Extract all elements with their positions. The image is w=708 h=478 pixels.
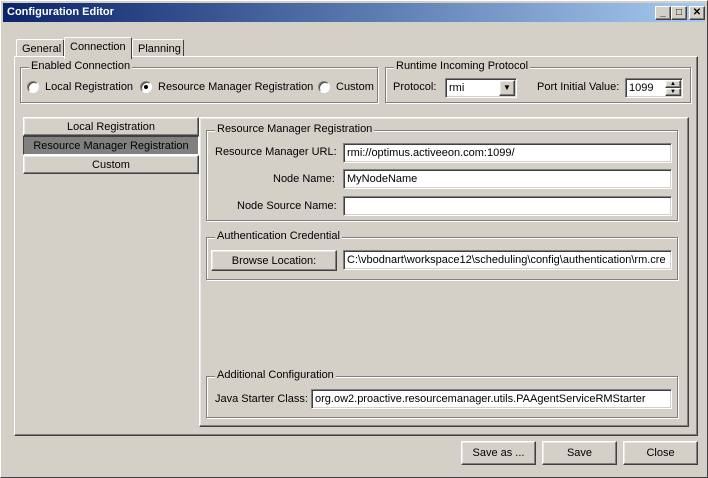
protocol-label: Protocol: [393, 81, 437, 93]
close-button[interactable]: Close [623, 441, 698, 465]
resource-manager-registration-radio[interactable] [140, 81, 152, 93]
rm-url-value: rmi://optimus.activeeon.com:1099/ [347, 147, 515, 159]
rm-url-label: Resource Manager URL: [215, 146, 337, 158]
arrow-down-icon: ▼ [670, 89, 676, 95]
sidebar-item-label: Resource Manager Registration [33, 140, 189, 152]
radio-selected-dot [144, 85, 148, 89]
rm-url-field[interactable]: rmi://optimus.activeeon.com:1099/ [343, 143, 672, 163]
save-as-label: Save as ... [472, 447, 525, 459]
minimize-button[interactable]: _ [655, 6, 671, 20]
node-source-name-field[interactable] [343, 196, 672, 216]
local-registration-radio[interactable] [27, 81, 39, 93]
maximize-button[interactable]: □ [671, 6, 687, 20]
chevron-down-icon: ▼ [503, 83, 511, 92]
browse-location-label: Browse Location: [231, 255, 317, 267]
auth-credential-legend: Authentication Credential [215, 230, 342, 242]
tab-connection[interactable]: Connection [64, 37, 132, 59]
java-starter-class-label: Java Starter Class: [215, 393, 308, 405]
close-icon: ✕ [692, 7, 702, 18]
credential-path-field[interactable]: C:\vbodnart\workspace12\scheduling\confi… [343, 250, 672, 270]
additional-config-legend: Additional Configuration [215, 369, 336, 381]
node-name-value: MyNodeName [347, 173, 418, 185]
local-registration-radio-label[interactable]: Local Registration [45, 81, 133, 93]
port-decrement-button[interactable]: ▼ [665, 88, 681, 96]
protocol-select-value: rmi [449, 82, 465, 94]
tab-connection-label: Connection [70, 41, 126, 53]
enabled-connection-legend: Enabled Connection [29, 60, 133, 72]
window-title: Configuration Editor [7, 6, 114, 18]
credential-path-value: C:\vbodnart\workspace12\scheduling\confi… [347, 254, 666, 266]
close-label: Close [646, 447, 675, 459]
node-name-field[interactable]: MyNodeName [343, 169, 672, 189]
maximize-icon: □ [675, 7, 683, 18]
close-window-button[interactable]: ✕ [689, 6, 705, 20]
tab-planning-label: Planning [138, 43, 181, 55]
save-as-button[interactable]: Save as ... [461, 441, 536, 465]
title-bar[interactable]: Configuration Editor [3, 3, 705, 22]
java-starter-class-value: org.ow2.proactive.resourcemanager.utils.… [315, 393, 646, 405]
custom-radio[interactable] [318, 81, 330, 93]
tab-general-label: General [22, 43, 62, 55]
port-value: 1099 [629, 82, 654, 94]
java-starter-class-field[interactable]: org.ow2.proactive.resourcemanager.utils.… [311, 389, 672, 409]
browse-location-button[interactable]: Browse Location: [211, 250, 337, 271]
resource-manager-registration-radio-label[interactable]: Resource Manager Registration [158, 81, 313, 93]
arrow-up-icon: ▲ [670, 81, 676, 87]
protocol-dropdown-button[interactable]: ▼ [499, 80, 515, 96]
sidebar-item-local-registration[interactable]: Local Registration [23, 117, 199, 136]
save-label: Save [566, 447, 593, 459]
port-increment-button[interactable]: ▲ [665, 80, 681, 88]
runtime-protocol-legend: Runtime Incoming Protocol [394, 60, 531, 72]
sidebar-item-custom[interactable]: Custom [23, 155, 199, 174]
node-source-name-label: Node Source Name: [237, 200, 337, 212]
sidebar-item-resource-manager-registration[interactable]: Resource Manager Registration [23, 136, 199, 155]
node-name-label: Node Name: [273, 173, 335, 185]
custom-radio-label[interactable]: Custom [336, 81, 374, 93]
port-label: Port Initial Value: [537, 81, 620, 93]
sidebar-item-label: Custom [92, 159, 130, 171]
sidebar-item-label: Local Registration [66, 121, 156, 133]
configuration-editor-window: Configuration Editor _ □ ✕ General Conne… [0, 0, 708, 478]
save-button[interactable]: Save [542, 441, 617, 465]
minimize-icon: _ [660, 7, 666, 18]
rm-registration-legend: Resource Manager Registration [215, 123, 375, 135]
